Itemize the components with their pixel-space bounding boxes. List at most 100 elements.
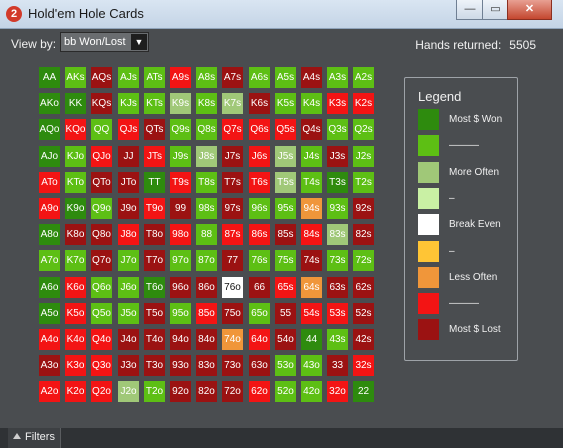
hand-cell[interactable]: Q7s: [222, 119, 243, 140]
hand-cell[interactable]: AQo: [39, 119, 60, 140]
hand-cell[interactable]: A6s: [249, 67, 270, 88]
hand-cell[interactable]: 86s: [249, 224, 270, 245]
hand-cell[interactable]: QQ: [91, 119, 112, 140]
hand-cell[interactable]: A5s: [275, 67, 296, 88]
hand-cell[interactable]: 42o: [301, 381, 322, 402]
hand-cell[interactable]: 65s: [275, 277, 296, 298]
hand-cell[interactable]: K6s: [249, 93, 270, 114]
hand-cell[interactable]: QTo: [91, 172, 112, 193]
hand-cell[interactable]: Q2s: [353, 119, 374, 140]
hand-cell[interactable]: Q4s: [301, 119, 322, 140]
hand-cell[interactable]: J5s: [275, 146, 296, 167]
hand-cell[interactable]: 92s: [353, 198, 374, 219]
hand-cell[interactable]: J3o: [118, 355, 139, 376]
hand-cell[interactable]: AA: [39, 67, 60, 88]
hand-cell[interactable]: K9s: [170, 93, 191, 114]
hand-cell[interactable]: 63s: [327, 277, 348, 298]
hand-cell[interactable]: T2o: [144, 381, 165, 402]
hand-cell[interactable]: 73s: [327, 250, 348, 271]
hand-cell[interactable]: 82o: [196, 381, 217, 402]
filters-tab[interactable]: Filters: [8, 428, 61, 448]
hand-cell[interactable]: A4o: [39, 329, 60, 350]
hand-cell[interactable]: 77: [222, 250, 243, 271]
hand-cell[interactable]: 43s: [327, 329, 348, 350]
hand-cell[interactable]: K7o: [65, 250, 86, 271]
hand-cell[interactable]: 64s: [301, 277, 322, 298]
hand-cell[interactable]: A8s: [196, 67, 217, 88]
hand-cell[interactable]: A2s: [353, 67, 374, 88]
hand-cell[interactable]: 76s: [249, 250, 270, 271]
hand-cell[interactable]: KQo: [65, 119, 86, 140]
hand-cell[interactable]: K3s: [327, 93, 348, 114]
hand-cell[interactable]: J8s: [196, 146, 217, 167]
hand-cell[interactable]: J2o: [118, 381, 139, 402]
hand-cell[interactable]: 93o: [170, 355, 191, 376]
hand-cell[interactable]: J4s: [301, 146, 322, 167]
hand-cell[interactable]: A5o: [39, 303, 60, 324]
hand-cell[interactable]: J6s: [249, 146, 270, 167]
hand-cell[interactable]: Q9o: [91, 198, 112, 219]
hand-cell[interactable]: A9o: [39, 198, 60, 219]
hand-cell[interactable]: 52o: [275, 381, 296, 402]
hand-cell[interactable]: K4o: [65, 329, 86, 350]
hand-cell[interactable]: 87s: [222, 224, 243, 245]
hand-cell[interactable]: Q9s: [170, 119, 191, 140]
hand-cell[interactable]: 97o: [170, 250, 191, 271]
hand-cell[interactable]: 98o: [170, 224, 191, 245]
hand-cell[interactable]: 86o: [196, 277, 217, 298]
hand-cell[interactable]: KTo: [65, 172, 86, 193]
hand-cell[interactable]: 85s: [275, 224, 296, 245]
hand-cell[interactable]: QTs: [144, 119, 165, 140]
hand-cell[interactable]: A8o: [39, 224, 60, 245]
hand-cell[interactable]: A6o: [39, 277, 60, 298]
hand-cell[interactable]: 94o: [170, 329, 191, 350]
hand-cell[interactable]: J5o: [118, 303, 139, 324]
hand-cell[interactable]: 96o: [170, 277, 191, 298]
hand-cell[interactable]: 53s: [327, 303, 348, 324]
hand-cell[interactable]: Q7o: [91, 250, 112, 271]
hand-cell[interactable]: 84s: [301, 224, 322, 245]
hand-cell[interactable]: 62s: [353, 277, 374, 298]
hand-cell[interactable]: 54s: [301, 303, 322, 324]
hand-cell[interactable]: A7o: [39, 250, 60, 271]
hand-cell[interactable]: 32o: [327, 381, 348, 402]
hand-cell[interactable]: 42s: [353, 329, 374, 350]
hand-cell[interactable]: J7s: [222, 146, 243, 167]
hand-cell[interactable]: 92o: [170, 381, 191, 402]
hand-cell[interactable]: AKs: [65, 67, 86, 88]
hand-cell[interactable]: A7s: [222, 67, 243, 88]
hand-cell[interactable]: 85o: [196, 303, 217, 324]
hand-cell[interactable]: A3o: [39, 355, 60, 376]
hand-cell[interactable]: J7o: [118, 250, 139, 271]
hand-cell[interactable]: KQs: [91, 93, 112, 114]
hand-cell[interactable]: AKo: [39, 93, 60, 114]
hand-cell[interactable]: T4o: [144, 329, 165, 350]
hand-cell[interactable]: 64o: [249, 329, 270, 350]
hand-cell[interactable]: 88: [196, 224, 217, 245]
hand-cell[interactable]: 32s: [353, 355, 374, 376]
hand-cell[interactable]: 97s: [222, 198, 243, 219]
hand-cell[interactable]: ATs: [144, 67, 165, 88]
hand-cell[interactable]: Q4o: [91, 329, 112, 350]
hand-cell[interactable]: 62o: [249, 381, 270, 402]
hand-cell[interactable]: 52s: [353, 303, 374, 324]
hand-cell[interactable]: Q3s: [327, 119, 348, 140]
hand-cell[interactable]: T9s: [170, 172, 191, 193]
hand-cell[interactable]: K6o: [65, 277, 86, 298]
hand-cell[interactable]: 66: [249, 277, 270, 298]
hand-cell[interactable]: 54o: [275, 329, 296, 350]
hand-cell[interactable]: 98s: [196, 198, 217, 219]
hand-cell[interactable]: T8s: [196, 172, 217, 193]
hand-cell[interactable]: 84o: [196, 329, 217, 350]
hand-cell[interactable]: Q2o: [91, 381, 112, 402]
hand-cell[interactable]: J3s: [327, 146, 348, 167]
hand-cell[interactable]: QJs: [118, 119, 139, 140]
hand-cell[interactable]: K7s: [222, 93, 243, 114]
view-by-select[interactable]: bb Won/Lost ▼: [60, 32, 149, 52]
hand-cell[interactable]: 63o: [249, 355, 270, 376]
hand-cell[interactable]: 99: [170, 198, 191, 219]
hand-cell[interactable]: T6o: [144, 277, 165, 298]
chevron-down-icon[interactable]: ▼: [131, 34, 147, 50]
hand-cell[interactable]: T3s: [327, 172, 348, 193]
hand-cell[interactable]: K3o: [65, 355, 86, 376]
